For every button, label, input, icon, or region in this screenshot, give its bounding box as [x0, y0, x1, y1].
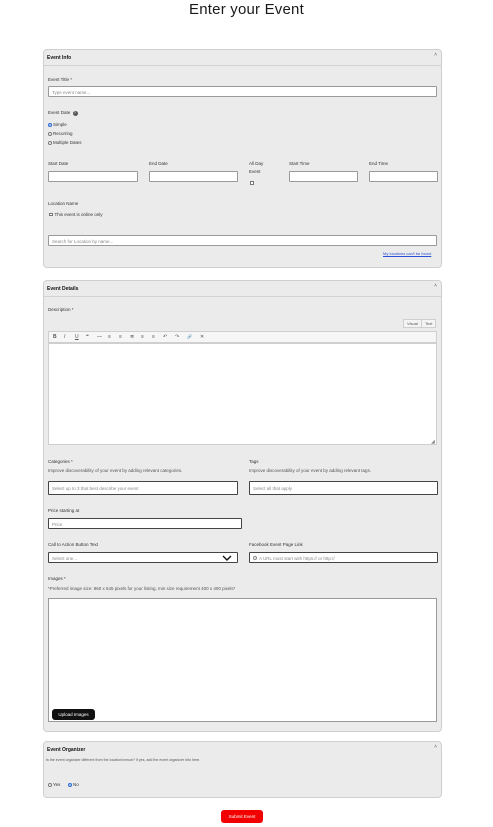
online-only-option[interactable]: This event is online only: [49, 212, 103, 217]
price-label: Price starting at: [48, 508, 80, 513]
end-date-input[interactable]: [149, 171, 238, 182]
event-info-title: Event Info: [47, 55, 72, 61]
facebook-link-placeholder: A URL must start with https:// or http:/…: [259, 555, 335, 561]
italic-icon[interactable]: I: [64, 334, 65, 340]
page-title: Enter your Event: [189, 1, 304, 18]
locations-not-found-link[interactable]: My locations can't be found: [383, 251, 431, 256]
images-help: *Preferred image size: 860 x 545 pixels …: [48, 586, 236, 591]
location-label: Location Name: [48, 201, 79, 206]
underline-icon[interactable]: U: [75, 334, 79, 340]
horizontal-line-icon[interactable]: —: [97, 334, 102, 340]
radio-icon: [48, 782, 52, 787]
start-date-input[interactable]: [48, 171, 138, 182]
event-title-label: Event Title *: [48, 77, 73, 82]
description-editor[interactable]: [48, 343, 437, 445]
editor-tab-text[interactable]: Text: [421, 319, 437, 328]
facebook-label: Facebook Event Page Link: [249, 542, 303, 547]
radio-icon: [48, 131, 52, 136]
organizer-question: Is the event organizer different from th…: [46, 758, 201, 762]
images-dropzone[interactable]: [48, 598, 437, 722]
categories-label: Categories *: [48, 459, 73, 464]
end-time-input[interactable]: [369, 171, 438, 182]
event-details-title: Event Details: [47, 286, 79, 292]
cta-label: Call to Action Button Text: [48, 542, 98, 547]
globe-icon: [253, 556, 257, 560]
images-label: Images *: [48, 576, 66, 581]
editor-toolbar: B I U ❝ — ≡ ≡ ≣ ≡ ≡ ↶ ↷ 🔗 ✕: [48, 331, 437, 343]
align-center-icon[interactable]: ≡: [141, 334, 144, 340]
radio-label: Recurring: [53, 131, 73, 136]
collapse-caret-icon[interactable]: ˄: [434, 283, 437, 289]
end-time-label: End Time: [369, 161, 389, 166]
cta-select[interactable]: Select one...: [48, 552, 238, 563]
location-search-input[interactable]: Search for Location by name...: [48, 235, 437, 246]
radio-label: No: [73, 782, 79, 787]
categories-help: Improve discoverability of your event by…: [48, 468, 183, 473]
collapse-caret-icon[interactable]: ˄: [434, 744, 437, 750]
event-organizer-panel: Event Organizer ˄: [43, 741, 442, 798]
online-only-label: This event is online only: [54, 212, 103, 217]
start-time-input[interactable]: [289, 171, 358, 182]
date-option-recurring[interactable]: Recurring: [48, 131, 73, 136]
blockquote-icon[interactable]: ❝: [86, 334, 89, 340]
radio-selected-icon: [48, 122, 52, 127]
bold-icon[interactable]: B: [53, 334, 57, 340]
event-date-label-text: Event Date: [48, 110, 71, 115]
radio-selected-icon: [68, 782, 72, 787]
cta-select-value: Select one...: [52, 555, 78, 561]
start-date-label: Start Date: [48, 161, 69, 166]
link-icon[interactable]: 🔗: [187, 334, 192, 339]
categories-select[interactable]: Select up to 3 that best describe your e…: [48, 481, 238, 495]
online-only-checkbox[interactable]: [49, 212, 53, 217]
date-option-multiple[interactable]: Multiple Dates: [48, 140, 82, 145]
tags-label: Tags: [249, 459, 259, 464]
all-day-label-2: Event: [249, 169, 261, 174]
event-title-input[interactable]: Type event name...: [48, 86, 437, 97]
radio-label: Simple: [53, 122, 67, 127]
collapse-caret-icon[interactable]: ˄: [434, 52, 437, 58]
bullet-list-icon[interactable]: ≡: [108, 334, 111, 340]
event-organizer-title: Event Organizer: [47, 747, 86, 753]
numbered-list-icon[interactable]: ≡: [119, 334, 122, 340]
align-left-icon[interactable]: ≣: [130, 334, 134, 340]
editor-tab-visual[interactable]: Visual: [403, 319, 422, 328]
event-details-header[interactable]: Event Details ˄: [44, 281, 441, 297]
price-input[interactable]: Price: [48, 518, 242, 529]
tags-help: Improve discoverability of your event by…: [249, 468, 372, 473]
all-day-checkbox[interactable]: [250, 181, 254, 185]
organizer-option-no[interactable]: No: [68, 782, 79, 787]
upload-images-button[interactable]: Upload Images: [52, 709, 95, 720]
facebook-link-input[interactable]: A URL must start with https:// or http:/…: [249, 552, 438, 563]
resize-handle-icon[interactable]: ◢: [431, 439, 435, 445]
description-label: Description *: [48, 307, 74, 312]
align-right-icon[interactable]: ≡: [152, 334, 155, 340]
tags-select[interactable]: Select all that apply: [249, 481, 438, 495]
date-option-simple[interactable]: Simple: [48, 122, 67, 127]
event-info-header[interactable]: Event Info ˄: [44, 50, 441, 66]
submit-event-button[interactable]: Submit Event: [221, 810, 263, 823]
event-organizer-header[interactable]: Event Organizer ˄: [44, 742, 441, 758]
undo-icon[interactable]: ↶: [163, 334, 167, 340]
chevron-down-icon: [222, 555, 232, 561]
organizer-option-yes[interactable]: Yes: [48, 782, 60, 787]
help-icon[interactable]: ?: [72, 111, 78, 116]
radio-label: Yes: [53, 782, 61, 787]
radio-icon: [48, 140, 52, 145]
end-date-label: End Date: [149, 161, 168, 166]
remove-format-icon[interactable]: ✕: [200, 334, 204, 340]
all-day-label-1: All Day: [249, 161, 264, 166]
event-date-label: Event Date ?: [48, 110, 78, 116]
radio-label: Multiple Dates: [53, 140, 82, 145]
start-time-label: Start Time: [289, 161, 310, 166]
redo-icon[interactable]: ↷: [175, 334, 179, 340]
